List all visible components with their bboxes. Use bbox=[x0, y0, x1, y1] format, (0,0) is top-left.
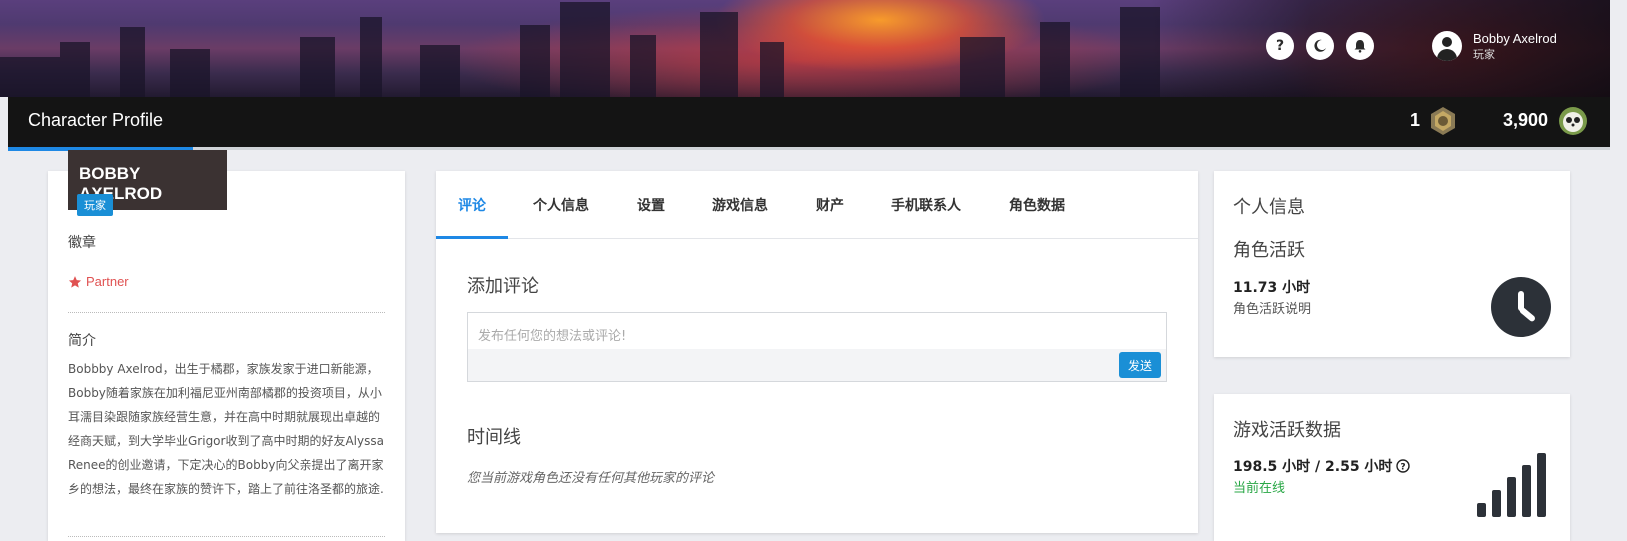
comment-placeholder: 发布任何您的想法或评论! bbox=[478, 329, 627, 344]
moon-icon bbox=[1314, 39, 1326, 52]
add-comment-heading: 添加评论 bbox=[467, 276, 539, 297]
coin-count: 3,900 bbox=[1503, 110, 1549, 130]
badge-count: 1 bbox=[1410, 110, 1421, 130]
timeline-empty-note: 您当前游戏角色还没有任何其他玩家的评论 bbox=[467, 471, 715, 486]
left-gutter bbox=[0, 97, 8, 541]
activity-hours: 11.73 小时 bbox=[1233, 280, 1311, 296]
tab-assets[interactable]: 财产 bbox=[816, 195, 844, 215]
comment-footer bbox=[468, 349, 1166, 381]
tab-character-data[interactable]: 角色数据 bbox=[1009, 195, 1065, 215]
page-title: Character Profile bbox=[28, 110, 164, 130]
partner-label: Partner bbox=[86, 274, 129, 289]
bio-text: Bobbby Axelrod，出生于橘郡，家族发家于进口新能源，Bobby随着家… bbox=[68, 362, 384, 496]
info-icon[interactable]: ? bbox=[1396, 459, 1411, 473]
bell-icon bbox=[1354, 40, 1366, 53]
personal-info-heading: 个人信息 bbox=[1233, 197, 1305, 218]
intro-label: 简介 bbox=[68, 333, 96, 349]
active-tab-indicator bbox=[436, 236, 508, 239]
clock-icon bbox=[1491, 277, 1551, 337]
tab-game-info[interactable]: 游戏信息 bbox=[712, 195, 768, 215]
comment-input[interactable]: 发布任何您的想法或评论! bbox=[467, 312, 1167, 382]
divider bbox=[68, 312, 385, 313]
activity-heading: 角色活跃 bbox=[1233, 240, 1305, 261]
badges-label: 徽章 bbox=[68, 235, 96, 251]
timeline-heading: 时间线 bbox=[467, 427, 521, 448]
tab-comments[interactable]: 评论 bbox=[458, 195, 486, 215]
game-hours: 198.5 小时 / 2.55 小时 bbox=[1233, 459, 1393, 475]
title-bar: Character Profile bbox=[8, 97, 1610, 151]
user-avatar[interactable] bbox=[1432, 31, 1462, 61]
star-icon bbox=[68, 275, 82, 288]
question-icon: ? bbox=[1275, 38, 1285, 54]
partner-badge[interactable]: Partner bbox=[68, 274, 129, 289]
notifications-button[interactable] bbox=[1346, 32, 1374, 60]
activity-description: 角色活跃说明 bbox=[1233, 302, 1312, 317]
send-button[interactable]: 发送 bbox=[1119, 352, 1161, 378]
dark-mode-toggle[interactable] bbox=[1306, 32, 1334, 60]
role-badge: 玩家 bbox=[77, 194, 113, 216]
svg-text:?: ? bbox=[1401, 463, 1406, 473]
medal-icon bbox=[1431, 107, 1455, 135]
tab-phone-contacts[interactable]: 手机联系人 bbox=[891, 195, 961, 215]
tab-bar: 评论 个人信息 设置 游戏信息 财产 手机联系人 角色数据 bbox=[436, 171, 1198, 239]
help-button[interactable]: ? bbox=[1266, 32, 1294, 60]
panda-icon bbox=[1559, 107, 1587, 135]
game-hours-row: 198.5 小时 / 2.55 小时 ? bbox=[1233, 456, 1411, 476]
divider-bottom bbox=[68, 536, 385, 537]
tab-personal-info[interactable]: 个人信息 bbox=[533, 195, 589, 215]
title-divider bbox=[193, 147, 1610, 150]
user-role: 玩家 bbox=[1473, 48, 1495, 61]
tab-settings[interactable]: 设置 bbox=[637, 195, 665, 215]
online-status: 当前在线 bbox=[1233, 481, 1286, 496]
game-activity-heading: 游戏活跃数据 bbox=[1233, 420, 1341, 441]
user-name[interactable]: Bobby Axelrod bbox=[1473, 31, 1557, 46]
